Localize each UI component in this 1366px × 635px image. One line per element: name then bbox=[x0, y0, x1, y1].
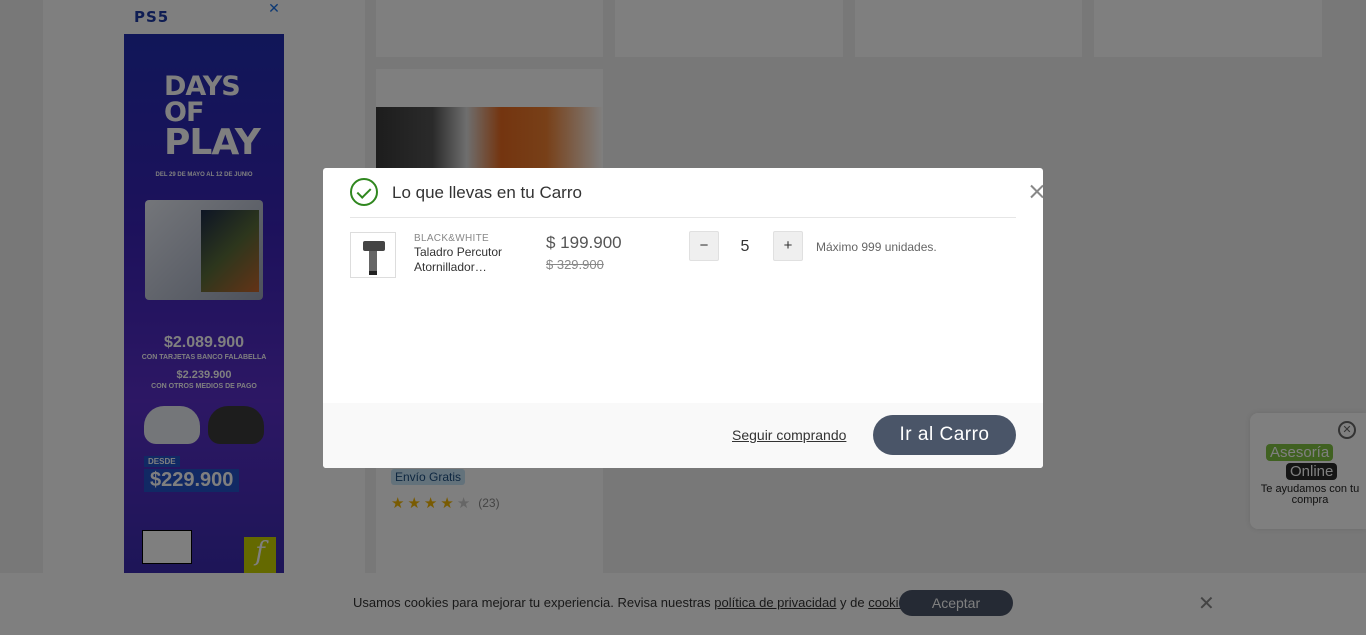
close-icon[interactable] bbox=[1026, 181, 1043, 203]
quantity-value[interactable]: 5 bbox=[725, 238, 765, 256]
decrease-quantity-button[interactable]: − bbox=[689, 231, 719, 261]
modal-title: Lo que llevas en tu Carro bbox=[392, 183, 582, 202]
product-price: $ 199.900 bbox=[546, 233, 622, 252]
product-old-price: $ 329.900 bbox=[546, 257, 604, 272]
continue-shopping-link[interactable]: Seguir comprando bbox=[732, 427, 846, 443]
check-circle-icon bbox=[350, 178, 378, 206]
product-brand: BLACK&WHITE bbox=[414, 233, 489, 244]
increase-quantity-button[interactable]: + bbox=[773, 231, 803, 261]
go-to-cart-button[interactable]: Ir al Carro bbox=[873, 415, 1016, 455]
add-to-cart-modal: Lo que llevas en tu Carro BLACK&WHITE Ta… bbox=[323, 168, 1043, 468]
max-units-note: Máximo 999 unidades. bbox=[816, 240, 937, 254]
modal-header: Lo que llevas en tu Carro bbox=[350, 168, 1016, 218]
product-thumbnail bbox=[350, 232, 396, 278]
modal-footer: Seguir comprando Ir al Carro bbox=[323, 403, 1043, 468]
drill-image bbox=[363, 241, 385, 275]
product-name: Taladro Percutor Atornillador… bbox=[414, 245, 503, 274]
